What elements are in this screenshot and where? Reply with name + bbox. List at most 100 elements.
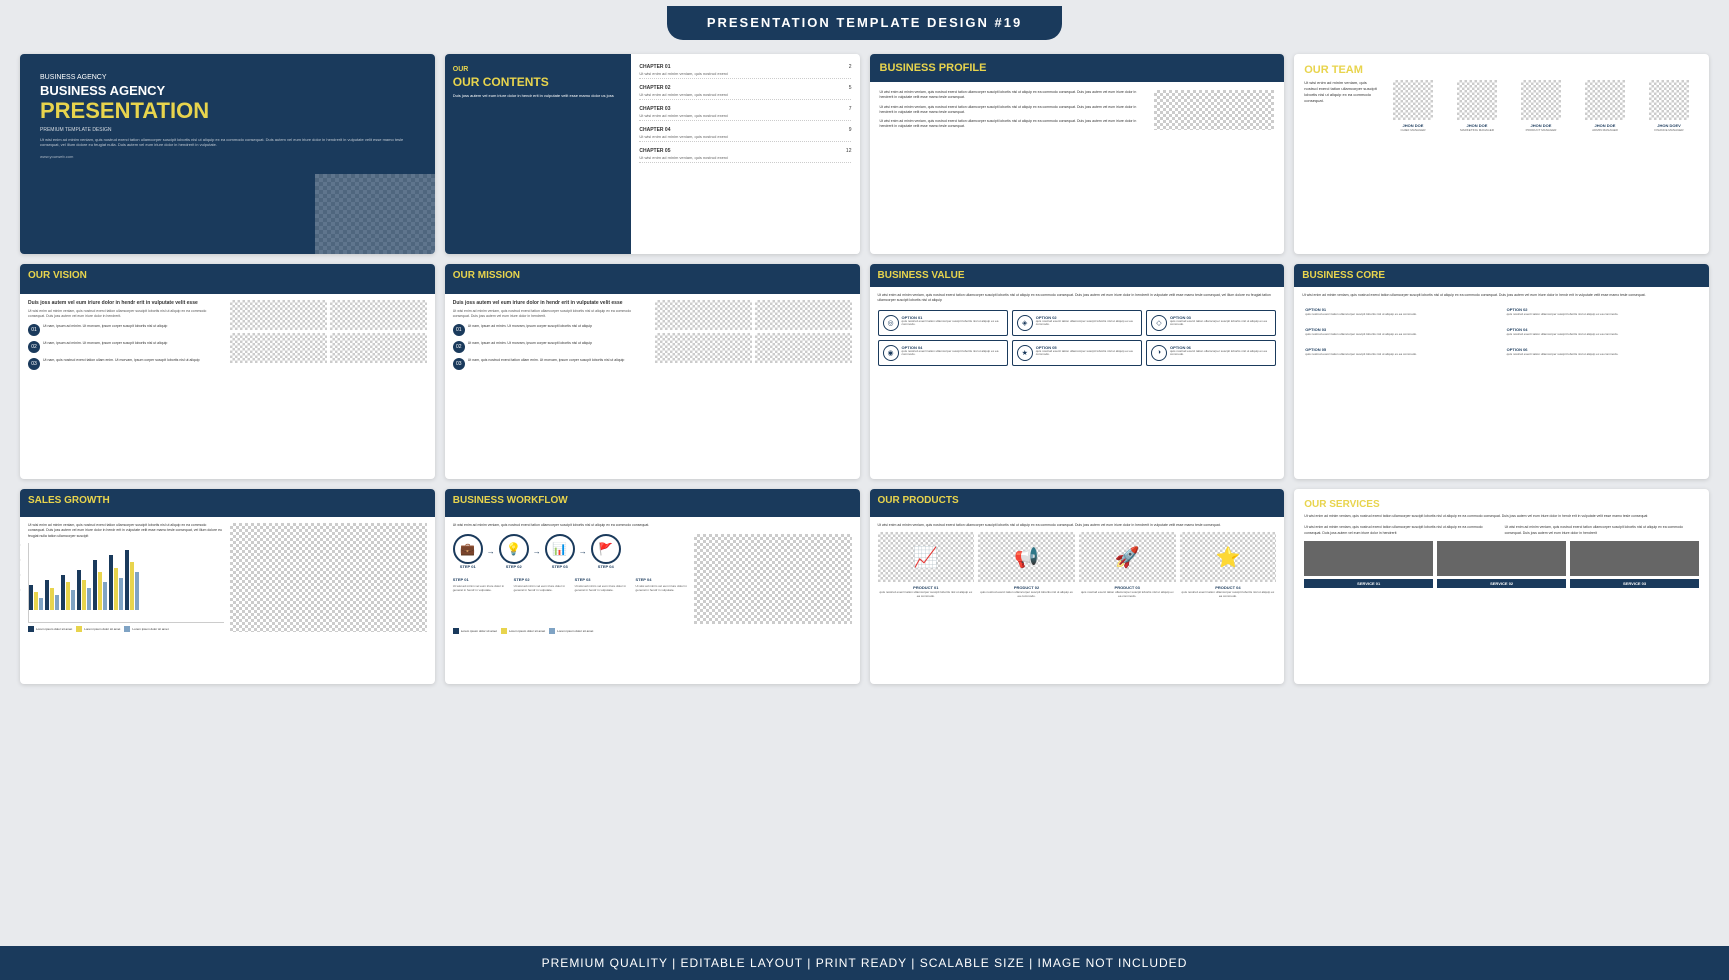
member-3-role: PRODUCT MANAGER (1511, 128, 1571, 132)
slide7-title: BUSINESS VALUE (878, 270, 1277, 281)
product-1-img: 📈 (878, 532, 975, 582)
member-3-img (1521, 80, 1561, 120)
slide8-title: BUSINESS CORE (1302, 270, 1701, 281)
vision-item-1: 01 Ut nam, ipsum ad minim. Ut morvam, ip… (28, 324, 224, 336)
step-arrow-2: → (533, 547, 541, 556)
mission-item-1: 01 Ut nam, ipsum ad minim. Ut morvam, ip… (453, 324, 649, 336)
member-2-role: MARKETING MANAGER (1447, 128, 1507, 132)
slide1-tagline: PREMIUM TEMPLATE DESIGN (40, 127, 415, 133)
mission-img-2 (755, 300, 852, 330)
slide8-body: Ut wisi enim ad minim veniam, quis nostr… (1294, 287, 1709, 366)
product-3-img: 🚀 (1079, 532, 1176, 582)
slide-business-workflow: BUSINESS WORKFLOW Ut wisi enim ad minim … (445, 489, 860, 684)
workflow-item-2: STEP 02 Ut wisi ad minim vel eum iriure … (514, 577, 567, 592)
core-option-1: OPTION 01 quis nostrud exerci tation ull… (1302, 304, 1499, 320)
slide4-members: JHON DOE CHIEF MANAGER JHON DOE MARKETIN… (1383, 80, 1699, 132)
product-4: ⭐ PRODUCT 04 quis nostrud exerci tation … (1180, 532, 1277, 599)
slide9-title: SALES GROWTH (28, 495, 427, 506)
slide10-body: Ut wisi enim ad minim veniam, quis nostr… (445, 517, 860, 640)
chapter-02: CHAPTER 02Ut wisi enim ad minim veniam, … (639, 85, 851, 100)
slide4-title: OUR TEAM (1304, 64, 1699, 76)
bar-group-7 (125, 550, 139, 610)
service-1: SERVICE 01 (1304, 541, 1433, 588)
slide1-checkered (315, 174, 435, 254)
bar-chart: 60 40 20 10 (28, 543, 224, 623)
mission-img-3 (655, 333, 752, 363)
value-option-1: ◎ OPTION 01 quis nostrud exerci tation u… (878, 310, 1008, 336)
value-option-6: ◑ OPTION 06 quis nostrud exerci tation u… (1146, 340, 1276, 366)
step-arrow-1: → (487, 547, 495, 556)
mission-item-2: 02 Ut nam, ipsum ad minim. Ut morvam, ip… (453, 341, 649, 353)
slide3-body: Ut wisi enim ad minim veniam, quis nostr… (870, 82, 1285, 138)
legend-item-2: Lorem ipsum dolor sit amet (76, 626, 120, 632)
value-option-3-icon: ◇ (1151, 315, 1167, 331)
slide9-right (230, 523, 426, 632)
bar-3b (66, 582, 70, 610)
workflow-item-4: STEP 04 Ut wisi ad minim vel eum iriure … (636, 577, 689, 592)
slide7-options-grid: ◎ OPTION 01 quis nostrud exerci tation u… (878, 310, 1277, 366)
slide5-body: Duis joss autem vel eum iriure dolor in … (20, 294, 435, 381)
row1-grid: BUSINESS AGENCY BUSINESS AGENCY PRESENTA… (0, 46, 1729, 254)
core-option-2: OPTION 02 quis nostrud exerci tation ull… (1504, 304, 1701, 320)
bar-4a (77, 570, 81, 610)
product-2-img: 📢 (978, 532, 1075, 582)
value-option-4-text: OPTION 04 quis nostrud exerci tation ull… (902, 345, 1003, 358)
bar-group-1 (29, 585, 43, 610)
vision-img-3 (230, 333, 327, 363)
slide5-desc: Ut wisi enim ad minim veniam, quis nostr… (28, 309, 224, 320)
core-option-4: OPTION 04 quis nostrud exerci tation ull… (1504, 324, 1701, 340)
chapter-03: CHAPTER 03Ut wisi enim ad minim veniam, … (639, 106, 851, 121)
slide5-right (230, 300, 426, 375)
step-3: 📊 STEP 03 (545, 534, 575, 569)
wf-legend-1: Lorem ipsum dolor sit amet (453, 628, 497, 634)
service-3-img (1570, 541, 1699, 576)
value-option-5-icon: ★ (1017, 345, 1033, 361)
step-2-circle: 💡 (499, 534, 529, 564)
slide6-desc: Ut wisi enim ad minim veniam, quis nostr… (453, 309, 649, 320)
value-option-6-text: OPTION 06 quis nostrud exerci tation ull… (1170, 345, 1271, 358)
sales-growth-img (230, 523, 426, 632)
slide11-body: Ut wisi enim ad minim veniam, quis nostr… (870, 517, 1285, 605)
step-1-circle: 💼 (453, 534, 483, 564)
slide2-right: CHAPTER 01Ut wisi enim ad minim veniam, … (631, 54, 859, 254)
member-4: JHON DOE ADMIN MANAGER (1575, 80, 1635, 132)
row3-grid: SALES GROWTH Ut wisi enim ad minim venia… (0, 489, 1729, 684)
bottom-footer: PREMIUM QUALITY | EDITABLE LAYOUT | PRIN… (0, 946, 1729, 980)
slide-business-agency: BUSINESS AGENCY BUSINESS AGENCY PRESENTA… (20, 54, 435, 254)
slide-sales-growth: SALES GROWTH Ut wisi enim ad minim venia… (20, 489, 435, 684)
slide8-core-grid: OPTION 01 quis nostrud exerci tation ull… (1302, 304, 1701, 360)
member-2: JHON DOE MARKETING MANAGER (1447, 80, 1507, 132)
member-4-img (1585, 80, 1625, 120)
slide1-desc: Ut wisi enim ad minim veniam, quis nostr… (40, 137, 415, 148)
value-option-5: ★ OPTION 05 quis nostrud exerci tation u… (1012, 340, 1142, 366)
slide8-desc: Ut wisi enim ad minim veniam, quis nostr… (1302, 293, 1701, 298)
slide10-title: BUSINESS WORKFLOW (453, 495, 852, 506)
slide3-img (1154, 90, 1274, 130)
step-3-circle: 📊 (545, 534, 575, 564)
service-1-label: SERVICE 01 (1304, 579, 1433, 588)
chapter-05: CHAPTER 05Ut wisi enim ad minim veniam, … (639, 148, 851, 163)
mission-img-4 (755, 333, 852, 363)
value-option-2-text: OPTION 02 quis nostrud exerci tation ull… (1036, 315, 1137, 328)
bar-6c (119, 578, 123, 610)
workflow-outer: 💼 STEP 01 → 💡 STEP 02 → 📊 STEP 03 (453, 534, 852, 624)
member-1-img (1393, 80, 1433, 120)
slide11-title: OUR PRODUCTS (878, 495, 1277, 506)
slide6-right (655, 300, 851, 375)
vision-item-3: 03 Ut nam, quis nostrud exerci tation ul… (28, 358, 224, 370)
slide2-left: OUR OUR CONTENTS Duis joss autem vel eum… (445, 54, 632, 254)
slide-contents: OUR OUR CONTENTS Duis joss autem vel eum… (445, 54, 860, 254)
bar-3c (71, 590, 75, 610)
slide3-title: BUSINESS PROFILE (880, 62, 1275, 74)
slide-our-products: OUR PRODUCTS Ut wisi enim ad minim venia… (870, 489, 1285, 684)
value-option-6-icon: ◑ (1151, 345, 1167, 361)
bar-1c (39, 598, 43, 610)
bar-6a (109, 555, 113, 610)
value-option-1-text: OPTION 01 quis nostrud exerci tation ull… (902, 315, 1003, 328)
slide3-header: BUSINESS PROFILE (870, 54, 1285, 82)
slide6-header: OUR MISSION (445, 264, 860, 294)
bar-group-2 (45, 580, 59, 610)
bar-5b (98, 572, 102, 610)
bar-4c (87, 588, 91, 610)
slide12-content: OUR SERVICES Ut wisi enim ad minim venia… (1294, 489, 1709, 684)
